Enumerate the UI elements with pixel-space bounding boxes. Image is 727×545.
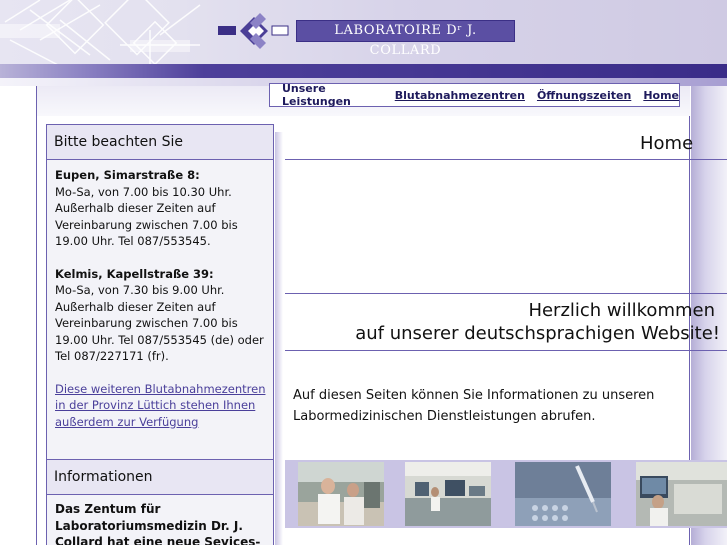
nav-item-blutabnahmezentren[interactable]: Blutabnahmezentren — [395, 89, 525, 102]
more-centers-link[interactable]: Diese weiteren Blutabnahmezentren in der… — [55, 382, 265, 429]
page-title: Home — [640, 133, 694, 154]
nav-item-home[interactable]: Home — [643, 89, 679, 102]
main-nav: Unsere Leistungen Blutabnahmezentren Öff… — [269, 82, 680, 108]
welcome-line-1: Herzlich willkommen — [528, 300, 715, 321]
notice-body: Eupen, Simarstraße 8: Mo-Sa, von 7.00 bi… — [55, 167, 267, 430]
nav-item-leistungen[interactable]: Unsere Leistungen — [282, 82, 383, 108]
header-decoration — [0, 0, 201, 66]
location-kelmis-title: Kelmis, Kapellstraße 39: — [55, 266, 214, 281]
logo-wordmark[interactable]: LABORATOIRE Dʳ J. COLLARD — [296, 20, 515, 58]
welcome-divider-top — [285, 293, 727, 294]
logo-mark-icon — [218, 13, 289, 49]
intro-text: Auf diesen Seiten können Sie Information… — [293, 388, 655, 424]
nav-item-oeffnungszeiten[interactable]: Öffnungszeiten — [537, 89, 631, 102]
info-heading: Informationen — [47, 459, 273, 495]
site-header: LABORATOIRE Dʳ J. COLLARD — [0, 0, 727, 78]
lab-room-photo — [405, 462, 491, 526]
photo-strip — [285, 460, 727, 528]
sidebar: Bitte beachten Sie Eupen, Simarstraße 8:… — [46, 124, 274, 545]
location-eupen-title: Eupen, Simarstraße 8: — [55, 168, 200, 182]
location-kelmis-hours: Mo-Sa, von 7.30 bis 9.00 Uhr. Außerhalb … — [55, 283, 264, 363]
analyzer-photo — [636, 462, 727, 526]
pipette-photo — [515, 462, 611, 526]
title-divider — [285, 159, 727, 160]
welcome-divider-bottom — [285, 350, 727, 351]
header-band — [0, 64, 727, 78]
info-text: Das Zentum für Laboratoriumsmedizin Dr. … — [55, 502, 261, 545]
welcome-line-2: auf unserer deutschsprachigen Website! — [355, 323, 720, 344]
location-eupen-hours: Mo-Sa, von 7.00 bis 10.30 Uhr. Außerhalb… — [55, 184, 238, 249]
notice-heading: Bitte beachten Sie — [47, 124, 273, 160]
sidebar-shadow — [275, 132, 283, 545]
lab-staff-photo — [298, 462, 384, 526]
